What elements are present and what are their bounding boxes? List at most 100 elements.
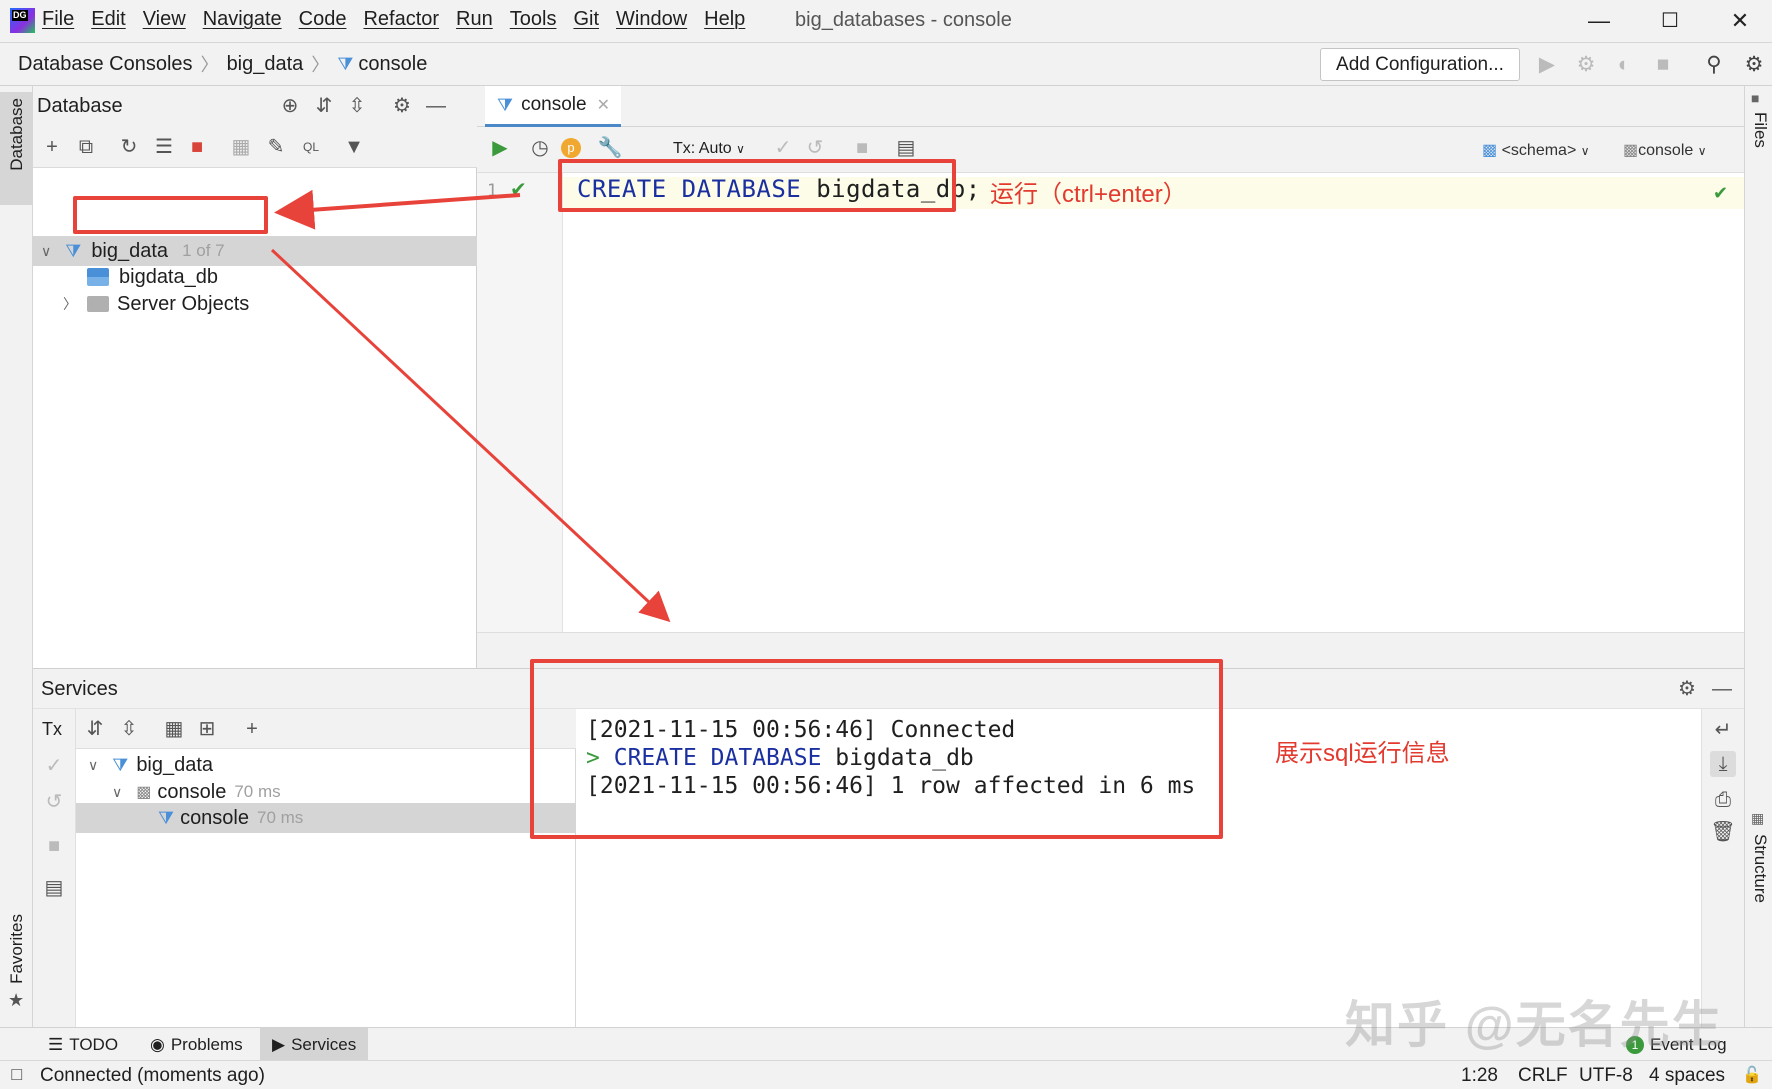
services-icon: ▶	[272, 1034, 286, 1054]
menu-run[interactable]: Run	[456, 8, 493, 31]
database-icon	[87, 268, 109, 286]
services-tab[interactable]: ▶ Services	[260, 1028, 369, 1061]
tx-mode-dropdown[interactable]: Tx: Auto ∨	[673, 140, 745, 158]
layout-icon[interactable]: ▤	[41, 875, 67, 901]
tree-row-bigdata-db[interactable]: bigdata_db	[33, 262, 477, 292]
service-label: big_data	[136, 753, 214, 776]
new-tab-icon[interactable]: ⊞	[194, 716, 220, 742]
todo-tab[interactable]: ☰ TODO	[36, 1028, 130, 1061]
expand-all-icon[interactable]: ⇵	[311, 93, 337, 119]
stop-icon[interactable]: ■	[1651, 53, 1675, 77]
files-side-tab[interactable]: Files	[1750, 112, 1770, 148]
menu-help[interactable]: Help	[704, 8, 745, 31]
hide-services-icon[interactable]: —	[1709, 676, 1735, 702]
hide-panel-icon[interactable]: —	[423, 93, 449, 119]
copy-icon[interactable]: ⧉	[73, 134, 99, 160]
services-settings-icon[interactable]: ⚙	[1674, 676, 1700, 702]
menu-tools[interactable]: Tools	[510, 8, 557, 31]
locate-icon[interactable]: ⊕	[277, 93, 303, 119]
chevron-down-icon[interactable]: ∨	[41, 243, 51, 260]
scroll-to-end-icon[interactable]: ⤓	[1710, 751, 1736, 777]
left-tool-strip: Database Favorites ★	[0, 86, 33, 1027]
structure-side-tab[interactable]: Structure	[1750, 834, 1770, 903]
menu-code[interactable]: Code	[299, 8, 347, 31]
disconnect-icon[interactable]: ■	[184, 134, 210, 160]
star-icon: ★	[8, 990, 25, 1010]
session-selector[interactable]: ▩console ∨	[1623, 140, 1707, 160]
problems-tab[interactable]: ◉ Problems	[138, 1028, 255, 1061]
stop-icon[interactable]: ■	[41, 833, 67, 859]
chevron-right-icon[interactable]: 〉	[63, 294, 77, 314]
schema-selector[interactable]: ▩ <schema> ∨	[1482, 140, 1590, 160]
refresh-icon[interactable]: ↻	[116, 134, 142, 160]
add-service-icon[interactable]: +	[239, 716, 265, 742]
caret-position[interactable]: 1:28	[1461, 1065, 1498, 1087]
sql-editor[interactable]: 1 ✔ CREATE DATABASE bigdata_db; ✔	[477, 173, 1744, 632]
breadcrumb-item[interactable]: big_data	[227, 53, 304, 76]
trash-icon[interactable]: 🗑	[1710, 819, 1736, 845]
group-icon[interactable]: ▦	[161, 716, 187, 742]
status-toggle-icon[interactable]: ☐	[10, 1066, 23, 1084]
menu-file[interactable]: File	[42, 8, 74, 31]
database-side-tab[interactable]: Database	[0, 92, 33, 205]
indent-setting[interactable]: 4 spaces	[1649, 1065, 1725, 1087]
add-configuration-button[interactable]: Add Configuration...	[1320, 48, 1520, 81]
properties-icon[interactable]: ☰	[151, 134, 177, 160]
menu-refactor[interactable]: Refactor	[363, 8, 439, 31]
cancel-statement-icon[interactable]: ■	[849, 135, 875, 161]
rollback-icon[interactable]: ↺	[41, 789, 67, 815]
favorites-side-tab[interactable]: Favorites	[7, 914, 27, 984]
tree-row-server-objects[interactable]: 〉 Server Objects	[33, 289, 477, 319]
chevron-down-icon[interactable]: ∨	[112, 784, 122, 801]
file-encoding[interactable]: UTF-8	[1579, 1065, 1633, 1087]
commit-icon[interactable]: ✓	[41, 753, 67, 779]
history-icon[interactable]: ◷	[527, 135, 553, 161]
tx-label[interactable]: Tx	[42, 719, 62, 740]
chevron-down-icon[interactable]: ∨	[88, 757, 98, 774]
close-tab-icon[interactable]: ✕	[597, 95, 610, 115]
session-selector-label: console	[1638, 142, 1694, 159]
debug-icon[interactable]: ⚙	[1574, 53, 1598, 77]
wrench-icon[interactable]: 🔧	[597, 135, 623, 161]
print-icon[interactable]: ⎙	[1710, 787, 1736, 813]
minimize-icon[interactable]: —	[1584, 6, 1614, 36]
menu-window[interactable]: Window	[616, 8, 687, 31]
filter-icon[interactable]: ▼	[341, 134, 367, 160]
explain-plan-icon[interactable]: p	[561, 138, 581, 158]
search-icon[interactable]: ⚲	[1702, 53, 1726, 77]
database-toolbar: + ⧉ ↻ ☰ ■ ▦ ✎ QL ▼	[33, 126, 477, 168]
close-window-icon[interactable]: ✕	[1725, 6, 1755, 36]
commit-icon[interactable]: ✓	[770, 135, 796, 161]
coverage-icon[interactable]: ◐	[1612, 53, 1636, 77]
problems-label: Problems	[170, 1034, 243, 1054]
menu-view[interactable]: View	[143, 8, 186, 31]
problems-icon: ◉	[150, 1034, 165, 1054]
breadcrumb-item[interactable]: console	[358, 53, 427, 76]
service-row-console[interactable]: ⧩ console 70 ms	[76, 803, 576, 833]
menu-edit[interactable]: Edit	[91, 8, 125, 31]
maximize-icon[interactable]: ☐	[1655, 6, 1685, 36]
table-icon[interactable]: ▦	[228, 134, 254, 160]
collapse-all-icon[interactable]: ⇳	[116, 716, 142, 742]
soft-wrap-icon[interactable]: ↵	[1710, 717, 1736, 743]
query-console-icon[interactable]: QL	[298, 134, 324, 160]
run-icon[interactable]: ▶	[1535, 53, 1559, 77]
breadcrumb-item[interactable]: Database Consoles	[18, 53, 193, 76]
collapse-all-icon[interactable]: ⇳	[344, 93, 370, 119]
menu-navigate[interactable]: Navigate	[203, 8, 282, 31]
service-row-connection[interactable]: ∨ ⧩ big_data	[76, 750, 576, 780]
menu-git[interactable]: Git	[573, 8, 599, 31]
lock-icon[interactable]: 🔓	[1742, 1065, 1762, 1085]
rollback-icon[interactable]: ↺	[802, 135, 828, 161]
line-separator[interactable]: CRLF	[1518, 1065, 1568, 1087]
results-view-icon[interactable]: ▤	[893, 135, 919, 161]
tab-console[interactable]: ⧩ console ✕	[485, 86, 621, 127]
execute-icon[interactable]: ▶	[487, 135, 513, 161]
chevron-down-icon: ∨	[736, 142, 745, 156]
add-icon[interactable]: +	[39, 134, 65, 160]
edit-icon[interactable]: ✎	[263, 134, 289, 160]
expand-all-icon[interactable]: ⇵	[82, 716, 108, 742]
settings-gear-icon[interactable]: ⚙	[1742, 53, 1766, 77]
panel-settings-icon[interactable]: ⚙	[389, 93, 415, 119]
todo-label: TODO	[69, 1034, 119, 1054]
